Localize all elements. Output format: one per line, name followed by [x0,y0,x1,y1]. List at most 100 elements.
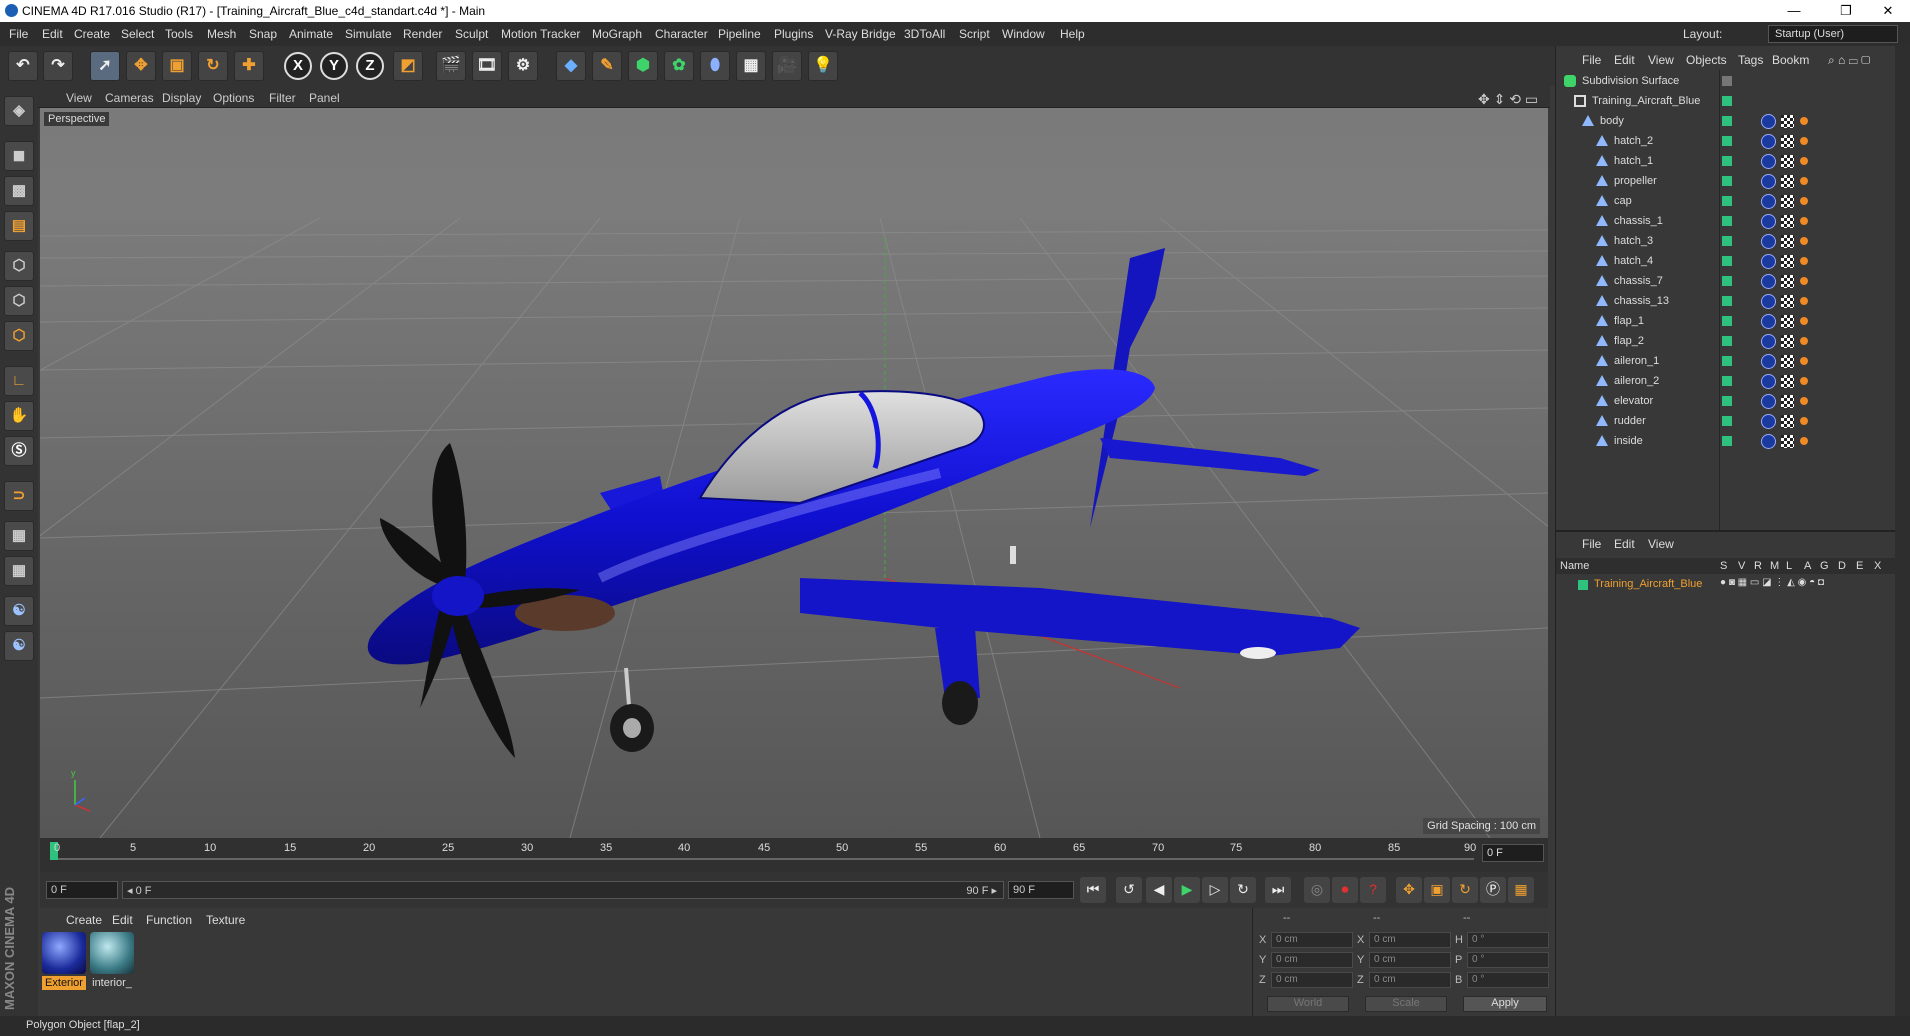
size-y-field[interactable]: 0 cm [1369,952,1451,968]
phong-tag-icon[interactable] [1800,277,1808,285]
visibility-toggle[interactable] [1722,216,1732,226]
obj-menu-view[interactable]: View [1648,53,1674,67]
texture-tag-icon[interactable] [1781,295,1794,308]
select-tool-icon[interactable]: ➚ [90,51,120,81]
material-tag-icon[interactable] [1761,334,1776,349]
texture-tag-icon[interactable] [1781,395,1794,408]
main-wheel[interactable] [942,681,978,725]
coordinate-space-dropdown[interactable]: World [1267,996,1349,1012]
obj-menu-edit[interactable]: Edit [1614,53,1635,67]
x-axis-lock-button[interactable]: X [284,52,312,80]
menu-script[interactable]: Script [959,27,990,41]
visibility-toggle[interactable] [1722,276,1732,286]
previous-key-icon[interactable]: ↺ [1116,877,1142,903]
visibility-toggle[interactable] [1722,296,1732,306]
material-tag-icon[interactable] [1761,254,1776,269]
phong-tag-icon[interactable] [1800,237,1808,245]
rotation-h-field[interactable]: 0 ° [1467,932,1549,948]
col-r[interactable]: R [1754,560,1762,572]
material-tag-icon[interactable] [1761,134,1776,149]
texture-tag-icon[interactable] [1781,275,1794,288]
attr-menu-edit[interactable]: Edit [1614,537,1635,551]
texture-tag-icon[interactable] [1781,135,1794,148]
menu-mesh[interactable]: Mesh [207,27,236,41]
layout-dropdown[interactable]: Startup (User) [1768,25,1898,43]
propeller-spinner[interactable] [432,576,484,616]
y-axis-lock-button[interactable]: Y [320,52,348,80]
model-mode-icon[interactable]: ◼ [4,141,34,171]
spline-pen-icon[interactable]: ✎ [592,51,622,81]
visibility-toggle[interactable] [1722,356,1732,366]
object-row[interactable]: aileron_1 [1556,352,1896,372]
object-row[interactable]: hatch_4 [1556,252,1896,272]
menu-animate[interactable]: Animate [289,27,333,41]
visibility-toggle[interactable] [1722,176,1732,186]
current-frame-field[interactable]: 0 F [1482,844,1544,862]
size-z-field[interactable]: 0 cm [1369,972,1451,988]
visibility-toggle[interactable] [1722,336,1732,346]
texture-tag-icon[interactable] [1781,195,1794,208]
col-s[interactable]: S [1720,560,1727,572]
menu-tools[interactable]: Tools [165,27,193,41]
phong-tag-icon[interactable] [1800,417,1808,425]
object-row[interactable]: rudder [1556,412,1896,432]
texture-tag-icon[interactable] [1781,375,1794,388]
obj-menu-file[interactable]: File [1582,53,1601,67]
visibility-toggle[interactable] [1722,196,1732,206]
workplane-lock-icon[interactable]: ▦ [4,556,34,586]
menu-render[interactable]: Render [403,27,442,41]
transform-tool-icon[interactable]: ✚ [234,51,264,81]
col-v[interactable]: V [1738,560,1745,572]
material-tag-icon[interactable] [1761,414,1776,429]
menu-vray-bridge[interactable]: V-Ray Bridge [825,27,896,41]
material-tag-icon[interactable] [1761,354,1776,369]
mat-menu-edit[interactable]: Edit [112,913,133,927]
phong-tag-icon[interactable] [1800,197,1808,205]
texture-tag-icon[interactable] [1781,115,1794,128]
key-parameter-icon[interactable]: Ⓟ [1480,877,1506,903]
texture-tag-icon[interactable] [1781,155,1794,168]
material-interior[interactable]: interior_ [90,932,134,990]
timeline[interactable]: 0 5 10 15 20 25 30 35 40 45 50 55 60 65 … [40,838,1548,872]
col-g[interactable]: G [1820,560,1829,572]
rotation-b-field[interactable]: 0 ° [1467,972,1549,988]
phong-tag-icon[interactable] [1800,357,1808,365]
layer-row[interactable]: Training_Aircraft_Blue ● ◙ ▦ ▭ ◪ ⋮ ◭ ◉ ◓… [1556,576,1896,594]
next-key-icon[interactable]: ↻ [1230,877,1256,903]
end-frame-field[interactable]: 90 F [1008,881,1074,899]
visibility-toggle[interactable] [1722,396,1732,406]
record-keys-icon[interactable]: ◎ [1304,877,1330,903]
grid-lock-icon[interactable]: ▦ [4,521,34,551]
phong-tag-icon[interactable] [1800,217,1808,225]
phong-tag-icon[interactable] [1800,437,1808,445]
next-frame-icon[interactable]: ▷ [1202,877,1228,903]
texture-tag-icon[interactable] [1781,235,1794,248]
snap-icon[interactable]: Ⓢ [4,436,34,466]
axis-mode-icon[interactable]: ∟ [4,366,34,396]
visibility-toggle[interactable] [1722,136,1732,146]
visibility-toggle[interactable] [1722,376,1732,386]
material-tag-icon[interactable] [1761,274,1776,289]
undo-icon[interactable]: ↶ [8,51,38,81]
object-row[interactable]: cap [1556,192,1896,212]
floor-icon[interactable]: ▦ [736,51,766,81]
col-l[interactable]: L [1786,560,1792,572]
material-tag-icon[interactable] [1761,294,1776,309]
phong-tag-icon[interactable] [1800,317,1808,325]
texture-tag-icon[interactable] [1781,315,1794,328]
mat-menu-texture[interactable]: Texture [206,913,245,927]
object-row[interactable]: elevator [1556,392,1896,412]
texture-tag-icon[interactable] [1781,175,1794,188]
magnet-icon[interactable]: ⊃ [4,481,34,511]
col-m[interactable]: M [1770,560,1779,572]
material-tag-icon[interactable] [1761,174,1776,189]
object-row[interactable]: flap_2 [1556,332,1896,352]
vp-menu-display[interactable]: Display [162,91,201,105]
phong-tag-icon[interactable] [1800,117,1808,125]
autokey-icon[interactable]: ⏺ [1332,877,1358,903]
3d-viewport[interactable]: y Perspective Grid Spacing : 100 cm [40,108,1548,838]
minimize-button[interactable]: — [1774,0,1814,22]
coordinate-system-icon[interactable]: ◩ [393,51,423,81]
visibility-toggle[interactable] [1722,436,1732,446]
mat-menu-create[interactable]: Create [66,913,102,927]
